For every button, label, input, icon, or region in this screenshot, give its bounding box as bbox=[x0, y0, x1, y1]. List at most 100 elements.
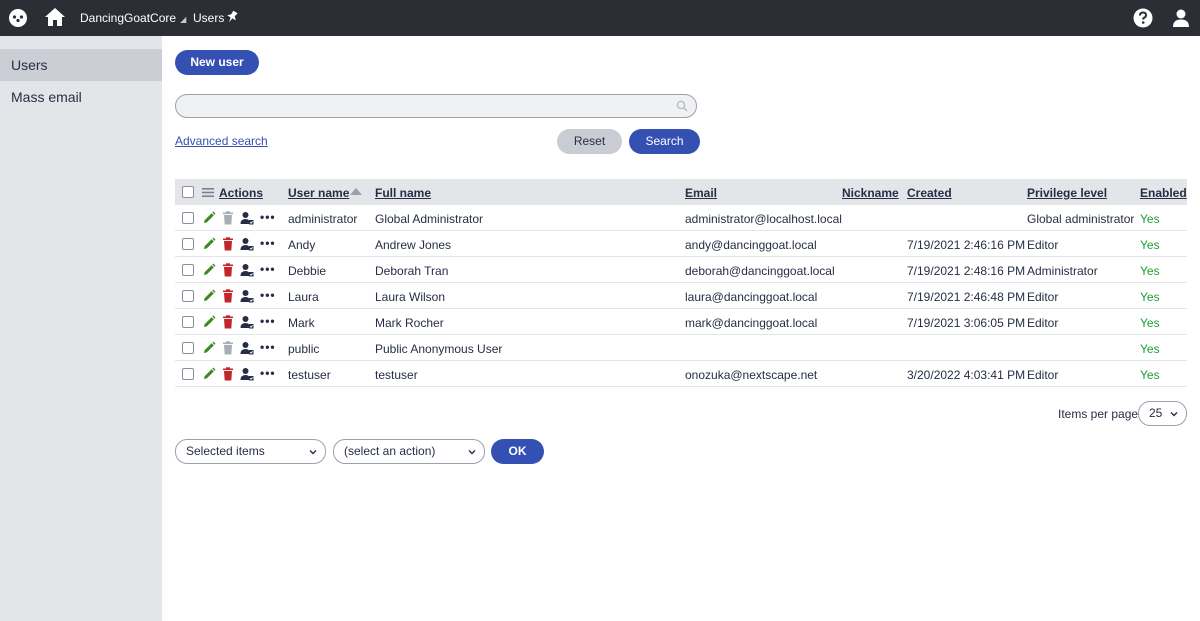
search-input[interactable] bbox=[186, 95, 666, 117]
impersonate-icon[interactable] bbox=[240, 211, 254, 225]
reset-button[interactable]: Reset bbox=[557, 129, 622, 154]
more-actions-icon[interactable]: ••• bbox=[260, 366, 276, 380]
more-actions-icon[interactable]: ••• bbox=[260, 288, 276, 302]
edit-icon[interactable] bbox=[202, 367, 216, 381]
delete-icon bbox=[221, 341, 235, 355]
ok-button[interactable]: OK bbox=[491, 439, 544, 464]
sidebar-item-users[interactable]: Users bbox=[0, 49, 162, 81]
grid-header: Actions User name Full name Email Nickna… bbox=[175, 179, 1187, 205]
impersonate-icon[interactable] bbox=[240, 263, 254, 277]
cell-full-name: Deborah Tran bbox=[375, 264, 449, 278]
cell-email: onozuka@nextscape.net bbox=[685, 368, 818, 382]
cell-created: 7/19/2021 2:46:48 PM bbox=[907, 290, 1026, 304]
impersonate-icon[interactable] bbox=[240, 341, 254, 355]
table-row: ••• testuser testuser onozuka@nextscape.… bbox=[175, 361, 1187, 387]
col-privilege-level[interactable]: Privilege level bbox=[1027, 186, 1107, 200]
more-actions-icon[interactable]: ••• bbox=[260, 210, 276, 224]
sidebar-item-mass-email[interactable]: Mass email bbox=[0, 81, 162, 113]
cell-privilege-level: Editor bbox=[1027, 238, 1059, 252]
cell-enabled: Yes bbox=[1140, 238, 1160, 252]
table-row: ••• Mark Mark Rocher mark@dancinggoat.lo… bbox=[175, 309, 1187, 335]
site-selector[interactable]: DancingGoatCore ◢ bbox=[80, 11, 186, 25]
column-menu-icon[interactable] bbox=[202, 188, 214, 197]
delete-icon bbox=[221, 211, 235, 225]
row-checkbox[interactable] bbox=[182, 316, 194, 328]
delete-icon[interactable] bbox=[221, 367, 235, 381]
col-nickname[interactable]: Nickname bbox=[842, 186, 899, 200]
col-user-name[interactable]: User name bbox=[288, 186, 349, 200]
edit-icon[interactable] bbox=[202, 211, 216, 225]
cell-email: deborah@dancinggoat.local bbox=[685, 264, 835, 278]
cell-created: 7/19/2021 3:06:05 PM bbox=[907, 316, 1026, 330]
action-select[interactable]: (select an action) bbox=[333, 439, 485, 464]
cell-enabled: Yes bbox=[1140, 342, 1160, 356]
more-actions-icon[interactable]: ••• bbox=[260, 236, 276, 250]
edit-icon[interactable] bbox=[202, 263, 216, 277]
items-per-page-select[interactable]: 25 bbox=[1138, 401, 1187, 426]
more-actions-icon[interactable]: ••• bbox=[260, 314, 276, 328]
pin-icon[interactable] bbox=[226, 10, 238, 24]
impersonate-icon[interactable] bbox=[240, 367, 254, 381]
col-email[interactable]: Email bbox=[685, 186, 717, 200]
cell-full-name: Mark Rocher bbox=[375, 316, 444, 330]
delete-icon[interactable] bbox=[221, 315, 235, 329]
search-field[interactable] bbox=[175, 94, 697, 118]
row-checkbox[interactable] bbox=[182, 238, 194, 250]
app-title: Users bbox=[193, 11, 225, 25]
row-checkbox[interactable] bbox=[182, 290, 194, 302]
scope-value: Selected items bbox=[186, 444, 265, 458]
cell-privilege-level: Administrator bbox=[1027, 264, 1098, 278]
delete-icon[interactable] bbox=[221, 263, 235, 277]
help-icon[interactable] bbox=[1133, 8, 1153, 28]
cell-privilege-level: Editor bbox=[1027, 290, 1059, 304]
search-icon[interactable] bbox=[676, 100, 688, 112]
cell-privilege-level: Global administrator bbox=[1027, 212, 1135, 226]
sort-ascending-icon[interactable] bbox=[350, 188, 362, 196]
home-icon[interactable] bbox=[44, 7, 66, 27]
impersonate-icon[interactable] bbox=[240, 289, 254, 303]
col-created[interactable]: Created bbox=[907, 186, 952, 200]
row-checkbox[interactable] bbox=[182, 264, 194, 276]
new-user-button[interactable]: New user bbox=[175, 50, 259, 75]
scope-select[interactable]: Selected items bbox=[175, 439, 326, 464]
cell-full-name: Global Administrator bbox=[375, 212, 484, 226]
delete-icon[interactable] bbox=[221, 237, 235, 251]
top-bar: DancingGoatCore ◢ Users bbox=[0, 0, 1200, 36]
logo-icon[interactable] bbox=[8, 8, 28, 28]
table-row: ••• public Public Anonymous User Yes bbox=[175, 335, 1187, 361]
impersonate-icon[interactable] bbox=[240, 315, 254, 329]
select-all-checkbox[interactable] bbox=[182, 186, 194, 198]
advanced-search-link[interactable]: Advanced search bbox=[175, 134, 268, 148]
edit-icon[interactable] bbox=[202, 315, 216, 329]
delete-icon[interactable] bbox=[221, 289, 235, 303]
site-name: DancingGoatCore bbox=[80, 11, 177, 25]
col-full-name[interactable]: Full name bbox=[375, 186, 431, 200]
cell-created: 7/19/2021 2:46:16 PM bbox=[907, 238, 1026, 252]
cell-privilege-level: Editor bbox=[1027, 316, 1059, 330]
chevron-down-icon bbox=[309, 450, 317, 455]
row-checkbox[interactable] bbox=[182, 342, 194, 354]
cell-enabled: Yes bbox=[1140, 290, 1160, 304]
col-actions[interactable]: Actions bbox=[219, 186, 263, 200]
cell-enabled: Yes bbox=[1140, 368, 1160, 382]
edit-icon[interactable] bbox=[202, 341, 216, 355]
cell-created: 7/19/2021 2:48:16 PM bbox=[907, 264, 1026, 278]
row-checkbox[interactable] bbox=[182, 212, 194, 224]
row-checkbox[interactable] bbox=[182, 368, 194, 380]
cell-full-name: testuser bbox=[375, 368, 418, 382]
more-actions-icon[interactable]: ••• bbox=[260, 262, 276, 276]
col-enabled[interactable]: Enabled bbox=[1140, 186, 1187, 200]
edit-icon[interactable] bbox=[202, 289, 216, 303]
chevron-down-icon bbox=[468, 450, 476, 455]
search-button[interactable]: Search bbox=[629, 129, 700, 154]
impersonate-icon[interactable] bbox=[240, 237, 254, 251]
sidebar: Users Mass email bbox=[0, 36, 162, 621]
items-per-page-value: 25 bbox=[1149, 406, 1163, 420]
cell-privilege-level: Editor bbox=[1027, 368, 1059, 382]
more-actions-icon[interactable]: ••• bbox=[260, 340, 276, 354]
cell-user-name: Laura bbox=[288, 290, 319, 304]
user-icon[interactable] bbox=[1171, 8, 1191, 28]
cell-full-name: Andrew Jones bbox=[375, 238, 452, 252]
table-row: ••• administrator Global Administrator a… bbox=[175, 205, 1187, 231]
edit-icon[interactable] bbox=[202, 237, 216, 251]
